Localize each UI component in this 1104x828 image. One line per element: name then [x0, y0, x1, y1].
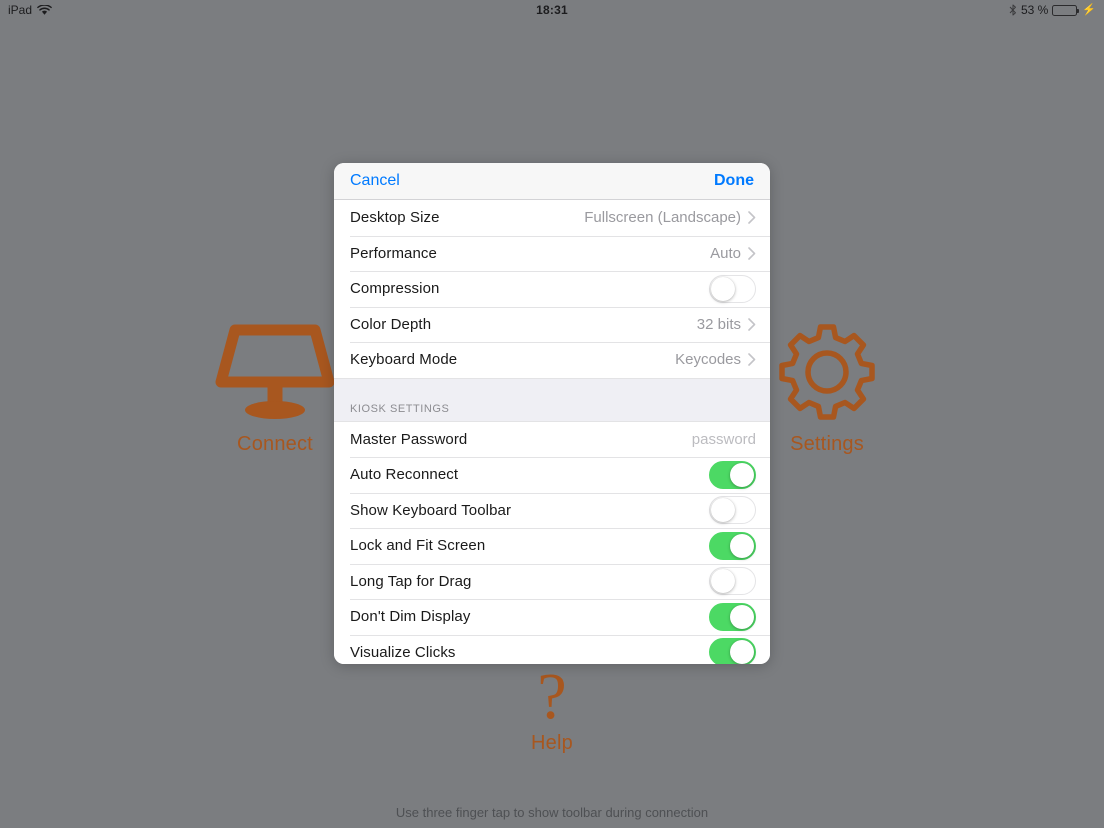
row-visualize-clicks: Visualize Clicks	[334, 634, 770, 664]
row-accessory: Keycodes	[675, 351, 756, 368]
row-desktop-size[interactable]: Desktop Size Fullscreen (Landscape)	[334, 200, 770, 236]
row-label: Long Tap for Drag	[350, 572, 472, 590]
chevron-right-icon	[748, 211, 756, 225]
modal-header: Cancel Done	[334, 163, 770, 200]
row-value: 32 bits	[696, 315, 741, 333]
row-dont-dim-display: Don't Dim Display	[334, 599, 770, 635]
section-header-label: KIOSK SETTINGS	[350, 402, 450, 415]
row-compression: Compression	[334, 271, 770, 307]
dont-dim-display-toggle[interactable]	[709, 602, 756, 631]
toggle-knob	[730, 533, 754, 558]
toggle-knob	[730, 604, 754, 629]
chevron-right-icon	[748, 246, 756, 260]
row-label: Color Depth	[350, 315, 432, 333]
help-label: Help	[531, 732, 573, 754]
done-button[interactable]: Done	[714, 172, 754, 190]
row-label: Auto Reconnect	[350, 466, 459, 484]
chevron-right-icon	[748, 317, 756, 331]
row-master-password[interactable]: Master Password password	[334, 421, 770, 457]
row-label: Show Keyboard Toolbar	[350, 501, 512, 519]
row-value: Keycodes	[675, 351, 741, 369]
row-accessory: Auto	[710, 245, 756, 262]
device-name-label: iPad	[8, 3, 33, 17]
toggle-knob	[730, 640, 754, 664]
connect-button[interactable]: Connect	[195, 322, 355, 456]
master-password-input[interactable]: password	[692, 431, 756, 448]
bluetooth-icon	[1009, 4, 1016, 16]
row-auto-reconnect: Auto Reconnect	[334, 457, 770, 493]
row-label: Performance	[350, 244, 437, 262]
status-bar-right: 53 % ⚡	[856, 3, 1096, 17]
row-performance[interactable]: Performance Auto	[334, 235, 770, 271]
wifi-icon	[37, 4, 52, 15]
section-header-kiosk: KIOSK SETTINGS	[334, 377, 770, 422]
desktop-lamp-icon	[215, 324, 335, 419]
row-label: Don't Dim Display	[350, 608, 471, 626]
settings-modal: Cancel Done Desktop Size Fullscreen (Lan…	[334, 163, 770, 664]
lock-and-fit-screen-toggle[interactable]	[709, 531, 756, 560]
toggle-knob	[711, 569, 735, 594]
visualize-clicks-toggle[interactable]	[709, 638, 756, 664]
row-label: Visualize Clicks	[350, 643, 456, 661]
row-keyboard-mode[interactable]: Keyboard Mode Keycodes	[334, 342, 770, 378]
row-label: Lock and Fit Screen	[350, 537, 486, 555]
row-label: Master Password	[350, 430, 468, 448]
gear-icon	[779, 324, 875, 420]
toggle-knob	[730, 462, 754, 487]
cancel-button[interactable]: Cancel	[350, 172, 400, 190]
row-label: Keyboard Mode	[350, 351, 458, 369]
question-mark-icon: ?	[537, 660, 567, 733]
battery-percent-label: 53 %	[1020, 3, 1049, 17]
battery-icon	[1052, 4, 1080, 16]
settings-label: Settings	[790, 433, 864, 455]
status-bar-left: iPad	[8, 3, 248, 17]
row-value: Fullscreen (Landscape)	[584, 209, 741, 227]
row-lock-and-fit-screen: Lock and Fit Screen	[334, 528, 770, 564]
row-accessory: 32 bits	[697, 316, 756, 333]
row-show-keyboard-toolbar: Show Keyboard Toolbar	[334, 492, 770, 528]
row-long-tap-for-drag: Long Tap for Drag	[334, 563, 770, 599]
compression-toggle[interactable]	[709, 274, 756, 303]
row-value: Auto	[710, 244, 741, 262]
settings-button[interactable]: Settings	[747, 322, 907, 456]
toggle-knob	[711, 498, 735, 523]
show-keyboard-toolbar-toggle[interactable]	[709, 496, 756, 525]
long-tap-for-drag-toggle[interactable]	[709, 567, 756, 596]
status-bar-clock: 18:31	[536, 3, 568, 17]
toggle-knob	[711, 276, 735, 301]
row-label: Desktop Size	[350, 209, 440, 227]
auto-reconnect-toggle[interactable]	[709, 460, 756, 489]
help-button[interactable]: ? Help	[492, 660, 612, 755]
toolbar-hint-text: Use three finger tap to show toolbar dur…	[395, 805, 709, 820]
status-bar: iPad 18:31 53 % ⚡	[0, 0, 1104, 20]
connect-label: Connect	[237, 433, 313, 455]
row-color-depth[interactable]: Color Depth 32 bits	[334, 306, 770, 342]
row-accessory: Fullscreen (Landscape)	[584, 209, 756, 226]
charging-bolt-icon: ⚡	[1082, 3, 1096, 16]
row-label: Compression	[350, 280, 440, 298]
chevron-right-icon	[748, 353, 756, 367]
